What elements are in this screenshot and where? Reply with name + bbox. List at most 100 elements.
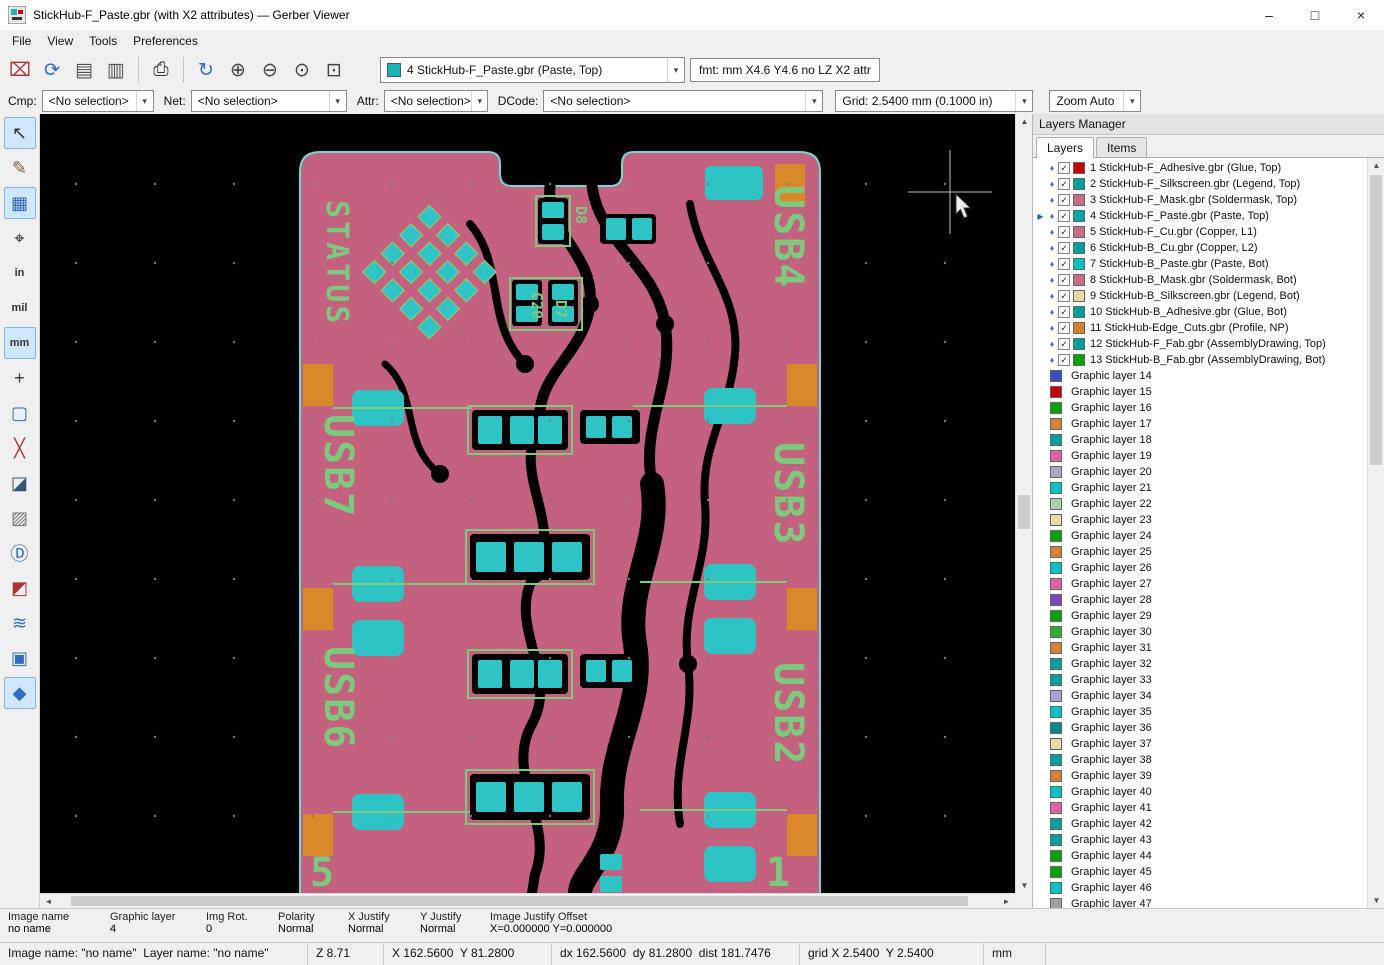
layer-color-swatch[interactable] <box>1050 658 1062 670</box>
layer-row[interactable]: Graphic layer 25 <box>1033 544 1367 560</box>
attr-select[interactable]: <No selection> ▾ <box>384 90 488 112</box>
zoom-out-button[interactable]: ⊖ <box>255 55 285 85</box>
layer-row[interactable]: ♦✓10 StickHub-B_Adhesive.gbr (Glue, Bot) <box>1033 304 1367 320</box>
vertical-scroll-track[interactable] <box>1016 129 1032 878</box>
layer-row[interactable]: Graphic layer 35 <box>1033 704 1367 720</box>
layer-color-swatch[interactable] <box>1050 594 1062 606</box>
layer-color-swatch[interactable] <box>1073 162 1085 174</box>
layer-row[interactable]: Graphic layer 32 <box>1033 656 1367 672</box>
layer-row[interactable]: ♦✓13 StickHub-B_Fab.gbr (AssemblyDrawing… <box>1033 352 1367 368</box>
dcode-select[interactable]: <No selection> ▾ <box>543 90 823 112</box>
layer-visibility-checkbox[interactable]: ✓ <box>1058 194 1070 206</box>
layer-color-swatch[interactable] <box>1073 290 1085 302</box>
panel-scroll-thumb[interactable] <box>1370 175 1382 465</box>
layer-color-swatch[interactable] <box>1050 802 1062 814</box>
grid-select[interactable]: Grid: 2.5400 mm (0.1000 in) ▾ <box>835 90 1033 112</box>
layer-visibility-checkbox[interactable]: ✓ <box>1058 274 1070 286</box>
cmp-select[interactable]: <No selection> ▾ <box>42 90 154 112</box>
negative-objects-toggle[interactable]: ▨ <box>4 502 36 534</box>
layer-color-swatch[interactable] <box>1073 258 1085 270</box>
scroll-up-icon[interactable]: ▲ <box>1368 158 1384 173</box>
menu-file[interactable]: File <box>4 32 39 50</box>
layer-color-swatch[interactable] <box>1050 434 1062 446</box>
layer-row[interactable]: Graphic layer 17 <box>1033 416 1367 432</box>
layer-visibility-checkbox[interactable]: ✓ <box>1058 226 1070 238</box>
layer-row[interactable]: Graphic layer 30 <box>1033 624 1367 640</box>
menu-view[interactable]: View <box>39 32 81 50</box>
layer-color-swatch[interactable] <box>1073 322 1085 334</box>
grid-visibility-toggle[interactable]: ▦ <box>4 187 36 219</box>
layer-row[interactable]: Graphic layer 40 <box>1033 784 1367 800</box>
zoom-in-button[interactable]: ⊕ <box>223 55 253 85</box>
layer-row[interactable]: Graphic layer 31 <box>1033 640 1367 656</box>
layer-color-swatch[interactable] <box>1050 834 1062 846</box>
layer-row[interactable]: Graphic layer 45 <box>1033 864 1367 880</box>
polar-coordinates-toggle[interactable]: ⌖ <box>4 222 36 254</box>
layer-row[interactable]: ♦✓3 StickHub-F_Mask.gbr (Soldermask, Top… <box>1033 192 1367 208</box>
layer-visibility-checkbox[interactable]: ✓ <box>1058 162 1070 174</box>
maximize-button[interactable]: □ <box>1292 0 1338 30</box>
canvas-vertical-scrollbar[interactable]: ▲ ▼ <box>1015 114 1032 893</box>
layer-row[interactable]: Graphic layer 23 <box>1033 512 1367 528</box>
layer-color-swatch[interactable] <box>1050 786 1062 798</box>
measure-tool[interactable]: ✎ <box>4 152 36 184</box>
layer-color-swatch[interactable] <box>1050 498 1062 510</box>
layer-row[interactable]: Graphic layer 44 <box>1033 848 1367 864</box>
layer-row[interactable]: Graphic layer 27 <box>1033 576 1367 592</box>
layer-color-swatch[interactable] <box>1050 706 1062 718</box>
layer-color-swatch[interactable] <box>1050 578 1062 590</box>
zoom-selection-button[interactable]: ⊡ <box>319 55 349 85</box>
layer-color-swatch[interactable] <box>1073 194 1085 206</box>
layer-row[interactable]: ♦✓5 StickHub-F_Cu.gbr (Copper, L1) <box>1033 224 1367 240</box>
layer-row[interactable]: ♦✓8 StickHub-B_Mask.gbr (Soldermask, Bot… <box>1033 272 1367 288</box>
units-inches-button[interactable]: in <box>4 257 36 289</box>
layer-row[interactable]: ♦✓9 StickHub-B_Silkscreen.gbr (Legend, B… <box>1033 288 1367 304</box>
layer-row[interactable]: Graphic layer 14 <box>1033 368 1367 384</box>
scroll-down-icon[interactable]: ▼ <box>1016 878 1033 893</box>
layer-color-swatch[interactable] <box>1073 178 1085 190</box>
minimize-button[interactable]: – <box>1246 0 1292 30</box>
layers-manager-toggle[interactable]: ◆ <box>4 677 36 709</box>
redraw-view-button[interactable]: ↻ <box>191 55 221 85</box>
layer-color-swatch[interactable] <box>1050 466 1062 478</box>
layer-row[interactable]: Graphic layer 24 <box>1033 528 1367 544</box>
tab-layers[interactable]: Layers <box>1036 137 1094 158</box>
layer-row[interactable]: Graphic layer 37 <box>1033 736 1367 752</box>
layer-color-swatch[interactable] <box>1050 514 1062 526</box>
layer-row[interactable]: ♦✓11 StickHub-Edge_Cuts.gbr (Profile, NP… <box>1033 320 1367 336</box>
scroll-up-icon[interactable]: ▲ <box>1016 114 1033 129</box>
layer-row[interactable]: Graphic layer 33 <box>1033 672 1367 688</box>
diff-mode-toggle[interactable]: ◩ <box>4 572 36 604</box>
layer-row[interactable]: ♦✓6 StickHub-B_Cu.gbr (Copper, L2) <box>1033 240 1367 256</box>
layer-row[interactable]: ♦✓2 StickHub-F_Silkscreen.gbr (Legend, T… <box>1033 176 1367 192</box>
layer-row[interactable]: Graphic layer 39 <box>1033 768 1367 784</box>
layer-color-swatch[interactable] <box>1073 354 1085 366</box>
layer-color-swatch[interactable] <box>1050 418 1062 430</box>
layer-color-swatch[interactable] <box>1050 818 1062 830</box>
layer-row[interactable]: Graphic layer 22 <box>1033 496 1367 512</box>
layer-row[interactable]: Graphic layer 15 <box>1033 384 1367 400</box>
units-mm-button[interactable]: mm <box>4 327 36 359</box>
layer-row[interactable]: ▶♦✓4 StickHub-F_Paste.gbr (Paste, Top) <box>1033 208 1367 224</box>
open-drill-files-button[interactable]: ▥ <box>101 55 131 85</box>
layer-color-swatch[interactable] <box>1050 898 1062 908</box>
units-mils-button[interactable]: mil <box>4 292 36 324</box>
scroll-right-icon[interactable]: ► <box>998 894 1015 909</box>
panel-vertical-scrollbar[interactable]: ▲ ▼ <box>1367 158 1384 908</box>
layer-color-swatch[interactable] <box>1050 610 1062 622</box>
layer-color-swatch[interactable] <box>1050 530 1062 542</box>
layer-row[interactable]: ♦✓1 StickHub-F_Adhesive.gbr (Glue, Top) <box>1033 160 1367 176</box>
panel-scroll-track[interactable] <box>1368 173 1384 893</box>
layer-visibility-checkbox[interactable]: ✓ <box>1058 306 1070 318</box>
menu-preferences[interactable]: Preferences <box>125 32 206 50</box>
layer-row[interactable]: ♦✓12 StickHub-F_Fab.gbr (AssemblyDrawing… <box>1033 336 1367 352</box>
layer-color-swatch[interactable] <box>1073 306 1085 318</box>
layer-row[interactable]: Graphic layer 20 <box>1033 464 1367 480</box>
layer-visibility-checkbox[interactable]: ✓ <box>1058 242 1070 254</box>
lines-sketch-toggle[interactable]: ╳ <box>4 432 36 464</box>
layer-color-swatch[interactable] <box>1050 738 1062 750</box>
layer-row[interactable]: Graphic layer 46 <box>1033 880 1367 896</box>
layer-color-swatch[interactable] <box>1050 690 1062 702</box>
layer-color-swatch[interactable] <box>1050 370 1062 382</box>
vertical-scroll-thumb[interactable] <box>1018 495 1030 529</box>
